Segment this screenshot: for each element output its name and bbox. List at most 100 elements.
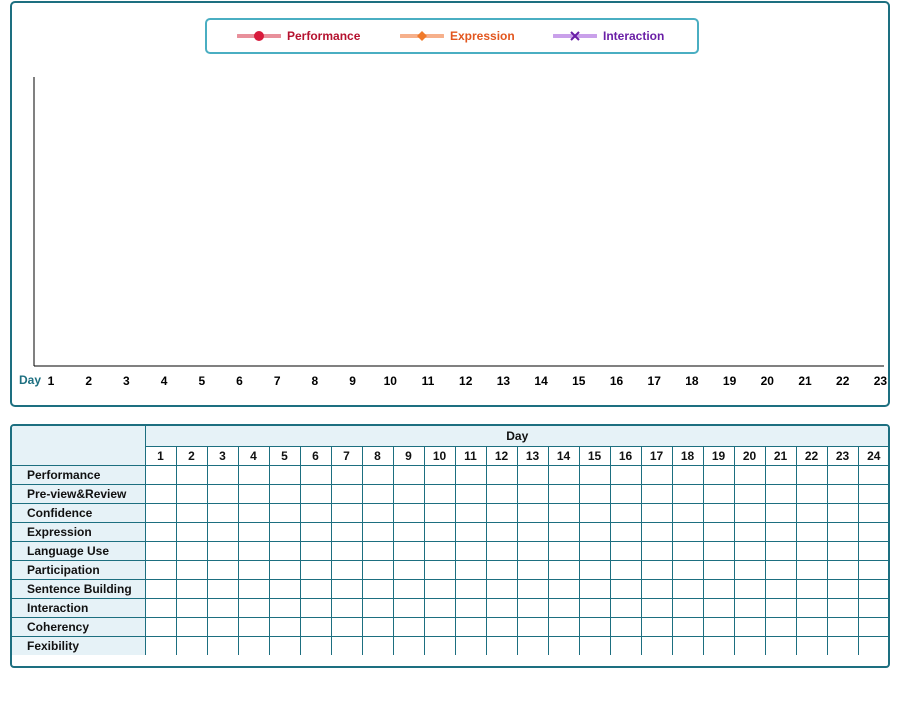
score-cell[interactable] [609, 540, 642, 561]
score-cell[interactable] [857, 521, 888, 542]
score-cell[interactable] [423, 616, 456, 637]
score-cell[interactable] [144, 521, 177, 542]
score-cell[interactable] [454, 559, 487, 580]
score-cell[interactable] [671, 559, 704, 580]
score-cell[interactable] [547, 616, 580, 637]
score-cell[interactable] [485, 502, 518, 523]
score-cell[interactable] [578, 597, 611, 618]
score-cell[interactable] [423, 540, 456, 561]
score-cell[interactable] [702, 616, 735, 637]
score-cell[interactable] [299, 502, 332, 523]
score-cell[interactable] [392, 540, 425, 561]
score-cell[interactable] [330, 578, 363, 599]
score-cell[interactable] [733, 635, 766, 655]
score-cell[interactable] [206, 597, 239, 618]
score-cell[interactable] [237, 464, 270, 485]
score-cell[interactable] [454, 502, 487, 523]
score-cell[interactable] [268, 559, 301, 580]
score-cell[interactable] [640, 502, 673, 523]
score-cell[interactable] [206, 502, 239, 523]
score-cell[interactable] [330, 559, 363, 580]
score-cell[interactable] [702, 597, 735, 618]
score-cell[interactable] [423, 597, 456, 618]
score-cell[interactable] [485, 521, 518, 542]
score-cell[interactable] [175, 540, 208, 561]
score-cell[interactable] [826, 502, 859, 523]
score-cell[interactable] [795, 540, 828, 561]
score-cell[interactable] [454, 521, 487, 542]
score-cell[interactable] [826, 464, 859, 485]
score-cell[interactable] [330, 635, 363, 655]
score-cell[interactable] [857, 559, 888, 580]
score-cell[interactable] [423, 502, 456, 523]
score-cell[interactable] [733, 559, 766, 580]
score-cell[interactable] [795, 559, 828, 580]
score-cell[interactable] [733, 502, 766, 523]
score-cell[interactable] [175, 578, 208, 599]
score-cell[interactable] [330, 483, 363, 504]
score-cell[interactable] [268, 464, 301, 485]
score-cell[interactable] [857, 502, 888, 523]
score-cell[interactable] [578, 483, 611, 504]
score-cell[interactable] [702, 578, 735, 599]
score-cell[interactable] [795, 483, 828, 504]
score-cell[interactable] [764, 597, 797, 618]
score-cell[interactable] [609, 483, 642, 504]
score-cell[interactable] [857, 635, 888, 655]
score-cell[interactable] [361, 616, 394, 637]
score-cell[interactable] [454, 464, 487, 485]
score-cell[interactable] [454, 597, 487, 618]
score-cell[interactable] [516, 540, 549, 561]
score-cell[interactable] [392, 616, 425, 637]
score-cell[interactable] [206, 578, 239, 599]
score-cell[interactable] [423, 483, 456, 504]
score-cell[interactable] [702, 464, 735, 485]
score-cell[interactable] [733, 578, 766, 599]
score-cell[interactable] [237, 559, 270, 580]
score-cell[interactable] [578, 521, 611, 542]
score-cell[interactable] [609, 464, 642, 485]
score-cell[interactable] [330, 521, 363, 542]
score-cell[interactable] [361, 597, 394, 618]
score-cell[interactable] [516, 483, 549, 504]
score-cell[interactable] [268, 635, 301, 655]
score-cell[interactable] [361, 483, 394, 504]
score-cell[interactable] [609, 578, 642, 599]
score-cell[interactable] [454, 540, 487, 561]
score-cell[interactable] [237, 597, 270, 618]
score-cell[interactable] [609, 635, 642, 655]
score-cell[interactable] [330, 502, 363, 523]
score-cell[interactable] [702, 502, 735, 523]
score-cell[interactable] [826, 578, 859, 599]
score-cell[interactable] [175, 559, 208, 580]
score-cell[interactable] [640, 483, 673, 504]
score-cell[interactable] [671, 540, 704, 561]
score-cell[interactable] [702, 540, 735, 561]
score-cell[interactable] [144, 635, 177, 655]
score-cell[interactable] [330, 464, 363, 485]
score-cell[interactable] [144, 597, 177, 618]
score-cell[interactable] [609, 559, 642, 580]
score-cell[interactable] [392, 559, 425, 580]
score-cell[interactable] [392, 521, 425, 542]
score-cell[interactable] [299, 578, 332, 599]
score-cell[interactable] [640, 559, 673, 580]
score-cell[interactable] [795, 502, 828, 523]
score-cell[interactable] [485, 597, 518, 618]
score-cell[interactable] [485, 559, 518, 580]
score-cell[interactable] [485, 578, 518, 599]
score-cell[interactable] [826, 597, 859, 618]
score-cell[interactable] [671, 483, 704, 504]
score-cell[interactable] [423, 635, 456, 655]
score-cell[interactable] [299, 540, 332, 561]
score-cell[interactable] [764, 483, 797, 504]
score-cell[interactable] [547, 559, 580, 580]
score-cell[interactable] [733, 464, 766, 485]
score-cell[interactable] [795, 635, 828, 655]
score-cell[interactable] [578, 635, 611, 655]
score-cell[interactable] [175, 502, 208, 523]
score-cell[interactable] [671, 521, 704, 542]
score-cell[interactable] [144, 483, 177, 504]
score-cell[interactable] [857, 540, 888, 561]
score-cell[interactable] [361, 635, 394, 655]
